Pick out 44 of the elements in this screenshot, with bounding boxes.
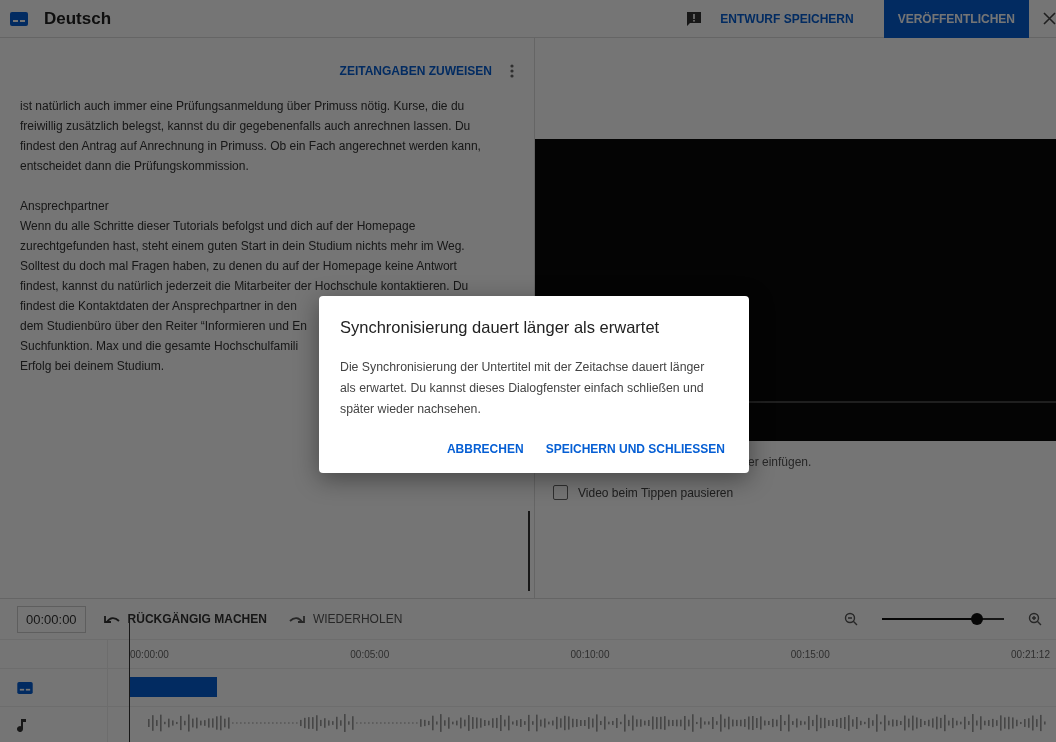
save-draft-button[interactable]: ENTWURF SPEICHERN xyxy=(716,5,858,32)
transcript-line: Solltest du doch mal Fragen haben, zu denen du auf der Homepage keine Antwort xyxy=(20,258,457,275)
assign-timings-button[interactable]: ZEITANGABEN ZUWEISEN xyxy=(335,58,496,84)
undo-icon xyxy=(103,614,120,624)
checkbox-label: Video beim Tippen pausieren xyxy=(578,485,734,500)
music-note-icon xyxy=(17,717,27,732)
redo-icon xyxy=(288,614,305,624)
subtitles-icon xyxy=(10,11,28,26)
feedback-icon[interactable] xyxy=(686,10,703,27)
transcript-line: zurechtgefunden hast, steht einem guten Start in dein Studium nichts mehr im Weg. xyxy=(20,238,465,255)
zoom-in-icon[interactable] xyxy=(1028,612,1042,626)
dialog-title: Synchronisierung dauert länger als erwartet xyxy=(340,318,661,337)
hint-text: er einfügen. xyxy=(748,455,812,469)
time-tick-label: 00:21:12 xyxy=(1011,648,1050,660)
transcript-line: freiwillig zusätzlich belegst, kannst du dir gegebenenfalls auch anrechnen lassen. Du xyxy=(20,118,471,135)
publish-button[interactable]: VERÖFFENTLICHEN xyxy=(883,0,1029,38)
more-icon[interactable] xyxy=(510,64,514,78)
zoom-out-icon[interactable] xyxy=(844,612,858,626)
transcript-line: entscheidet dann die Prüfungskommission. xyxy=(20,158,249,175)
zoom-slider-thumb[interactable] xyxy=(971,613,984,625)
subtitles-icon xyxy=(17,681,33,694)
transcript-line: ist natürlich auch immer eine Prüfungsanmeldung über Primuss nötig. Kurse, die du xyxy=(20,98,465,115)
subtitle-clip[interactable] xyxy=(130,677,217,697)
transcript-line: Ansprechpartner xyxy=(20,198,109,215)
time-tick-label: 00:00:00 xyxy=(130,648,169,660)
transcript-line: findest, kannst du natürlich jederzeit die Mitarbeiter der Hochschule kontaktieren. Du xyxy=(20,278,469,295)
transcript-line: Suchfunktion. Max und die gesamte Hochschulfamili xyxy=(20,338,299,355)
dialog-button[interactable]: SPEICHERN UND SCHLIESSEN xyxy=(541,436,729,462)
transcript-line: Wenn du alle Schritte dieser Tutorials befolgst und dich auf der Homepage xyxy=(20,218,416,235)
close-icon[interactable] xyxy=(1043,12,1056,25)
time-tick-label: 00:10:00 xyxy=(570,648,610,660)
transcript-line: findest die Kontaktdaten der Ansprechpartner in den xyxy=(20,298,297,315)
transcript-line: Erfolg bei deinem Studium. xyxy=(20,358,165,375)
dialog-message: Die Synchronisierung der Untertitel mit der Zeitachse dauert länger als erwartet. Du kannst dieses Dialogfenster einfach schließen und später wieder nachsehen. xyxy=(340,359,706,418)
undo-button[interactable]: RÜCKGÄNGIG MACHEN xyxy=(99,608,271,630)
redo-button[interactable]: WIEDERHOLEN xyxy=(284,608,407,630)
dialog-button[interactable]: ABBRECHEN xyxy=(442,436,528,462)
time-tick-label: 00:05:00 xyxy=(350,648,390,660)
language-title: Deutsch xyxy=(44,8,112,29)
transcript-line: dem Studienbüro über den Reiter “Informieren und En xyxy=(20,318,307,335)
transcript-line: findest den Antrag auf Anrechnung in Primuss. Ob ein Fach angerechnet werden kann, xyxy=(20,138,481,155)
pause-checkbox[interactable] xyxy=(553,485,568,500)
time-field[interactable]: 00:00:00 xyxy=(17,605,86,633)
time-tick-label: 00:15:00 xyxy=(790,648,830,660)
